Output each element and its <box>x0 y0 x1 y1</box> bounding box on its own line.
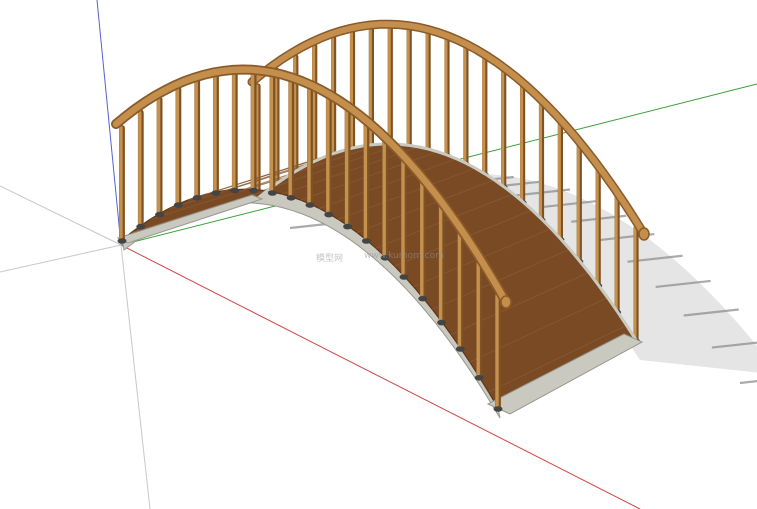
front-post-base <box>361 238 371 244</box>
front-post-base <box>455 346 465 352</box>
watermark-url: www.kumom.com <box>364 251 444 261</box>
front-post-base <box>343 223 353 230</box>
front-post-base <box>230 187 240 194</box>
front-post-base <box>136 223 146 230</box>
front-post-base <box>493 406 503 412</box>
front-post-base <box>117 238 127 244</box>
guide-line-left <box>0 244 122 273</box>
guide-line-upleft <box>0 185 122 246</box>
viewport[interactable]: 模型网 www.kumom.com <box>0 0 757 509</box>
front-post-base <box>286 195 296 201</box>
guide-line-down <box>120 244 151 509</box>
front-post-base <box>173 202 183 208</box>
front-post-base <box>155 211 165 218</box>
watermark-text: 模型网 <box>316 254 344 264</box>
post-shadow <box>739 380 757 385</box>
front-post-base <box>418 295 428 302</box>
front-post-base <box>474 375 484 381</box>
front-post-base <box>399 274 409 280</box>
back-handrail-end-cap <box>638 227 650 241</box>
front-post-base <box>305 202 315 208</box>
front-post-base <box>211 190 221 196</box>
front-post-base <box>324 211 334 218</box>
front-post-base <box>267 190 277 196</box>
front-post-base <box>437 319 447 326</box>
front-post-base <box>249 187 259 194</box>
front-handrail-end-cap <box>500 295 512 309</box>
front-post-base <box>192 195 202 201</box>
